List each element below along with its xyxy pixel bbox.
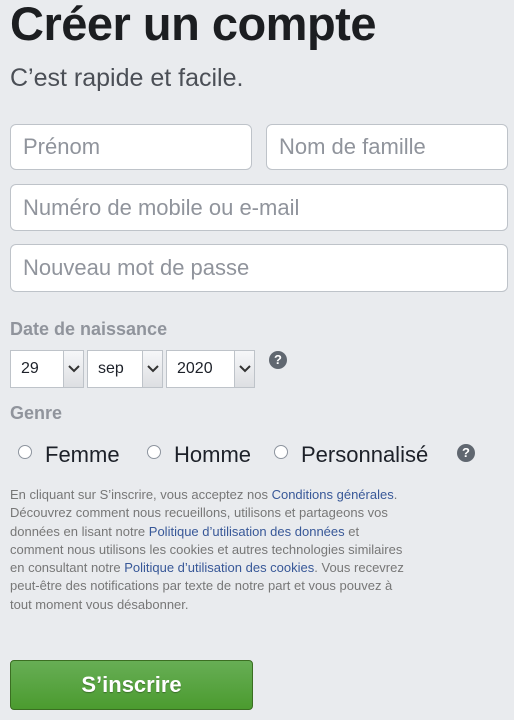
chevron-down-icon xyxy=(142,351,162,387)
signup-button[interactable]: S’inscrire xyxy=(10,660,253,710)
birthday-month-value: sep xyxy=(98,360,124,377)
gender-help-icon[interactable]: ? xyxy=(457,444,475,462)
birthday-month-select[interactable]: sep xyxy=(87,350,163,388)
birthday-help-icon[interactable]: ? xyxy=(269,351,287,369)
terms-text-part: En cliquant sur S’inscrire, vous accepte… xyxy=(10,487,272,502)
lastname-input[interactable] xyxy=(266,124,508,170)
gender-option-label: Homme xyxy=(174,442,252,467)
birthday-day-value: 29 xyxy=(21,360,39,377)
data-policy-link[interactable]: Politique d’utilisation des données xyxy=(149,524,345,539)
gender-option-label: Femme xyxy=(45,442,120,467)
cookies-policy-link[interactable]: Politique d’utilisation des cookies xyxy=(124,560,314,575)
gender-option-label: Personnalisé xyxy=(301,442,429,467)
birthday-year-select[interactable]: 2020 xyxy=(166,350,255,388)
conditions-link[interactable]: Conditions générales xyxy=(272,487,394,502)
gender-radio-group: Femme Homme Personnalisé xyxy=(18,440,488,470)
page-title: Créer un compte xyxy=(10,0,376,50)
gender-label: Genre xyxy=(10,403,63,423)
chevron-down-icon xyxy=(63,351,83,387)
birthday-day-select[interactable]: 29 xyxy=(10,350,84,388)
mobile-or-email-input[interactable] xyxy=(10,184,508,231)
radio-button[interactable] xyxy=(18,445,32,459)
new-password-input[interactable] xyxy=(10,244,508,292)
firstname-input[interactable] xyxy=(10,124,252,170)
terms-text: En cliquant sur S’inscrire, vous accepte… xyxy=(10,486,405,614)
radio-button[interactable] xyxy=(274,445,288,459)
birthday-label: Date de naissance xyxy=(10,319,168,339)
page-subtitle: C’est rapide et facile. xyxy=(10,64,244,92)
radio-button[interactable] xyxy=(147,445,161,459)
birthday-year-value: 2020 xyxy=(177,360,213,377)
chevron-down-icon xyxy=(234,351,254,387)
